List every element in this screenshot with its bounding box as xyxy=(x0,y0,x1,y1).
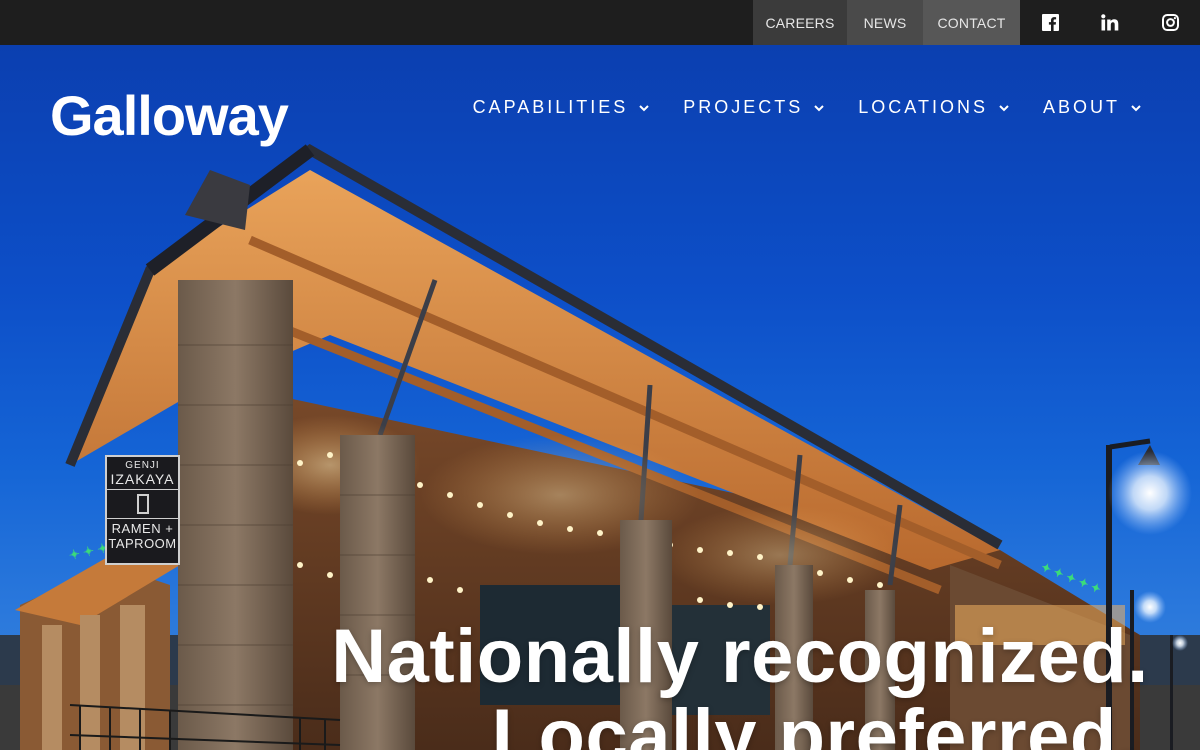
sign-emblem xyxy=(136,494,149,514)
chevron-down-icon xyxy=(1131,104,1141,111)
linkedin-icon[interactable] xyxy=(1080,0,1140,45)
chevron-down-icon xyxy=(639,104,649,111)
nav-capabilities-label: CAPABILITIES xyxy=(472,97,629,117)
hero-headline-line-1: Nationally recognized. xyxy=(331,614,1149,699)
utility-bar: CAREERS NEWS CONTACT xyxy=(0,0,1200,45)
facebook-icon[interactable] xyxy=(1020,0,1080,45)
chevron-down-icon xyxy=(999,104,1009,111)
chevron-down-icon xyxy=(814,104,825,111)
sign-line-1: GENJI xyxy=(125,460,160,471)
nav-projects-label: PROJECTS xyxy=(683,97,804,117)
nav-capabilities[interactable]: CAPABILITIES xyxy=(473,97,651,118)
contact-link[interactable]: CONTACT xyxy=(923,0,1020,45)
sign-line-4: TAPROOM xyxy=(108,536,177,551)
nav-about-label: ABOUT xyxy=(1042,97,1120,117)
main-nav: CAPABILITIES PROJECTS LOCATIONS ABOUT xyxy=(473,97,1142,118)
nav-locations[interactable]: LOCATIONS xyxy=(858,97,1010,118)
galloway-logo[interactable]: Galloway xyxy=(50,73,295,153)
logo-wordmark: Galloway xyxy=(50,84,289,147)
hero-headline-line-2: Locally preferred. xyxy=(491,694,1139,750)
sign-line-2: IZAKAYA xyxy=(107,471,178,490)
restaurant-sign: GENJI IZAKAYA RAMEN + TAPROOM xyxy=(105,455,180,565)
nav-about[interactable]: ABOUT xyxy=(1043,97,1142,118)
hero-section: ✦ ✦ ✦ ✦ ✦ ✦ ✦ ✦ GENJI IZAKAYA RAMEN + TA… xyxy=(0,45,1200,750)
sign-line-3: RAMEN + xyxy=(107,518,178,536)
social-links xyxy=(1020,0,1200,45)
nav-projects[interactable]: PROJECTS xyxy=(683,97,825,118)
nav-locations-label: LOCATIONS xyxy=(858,97,988,117)
utility-nav: CAREERS NEWS CONTACT xyxy=(753,0,1020,45)
news-link[interactable]: NEWS xyxy=(847,0,923,45)
instagram-icon[interactable] xyxy=(1140,0,1200,45)
careers-link[interactable]: CAREERS xyxy=(753,0,847,45)
